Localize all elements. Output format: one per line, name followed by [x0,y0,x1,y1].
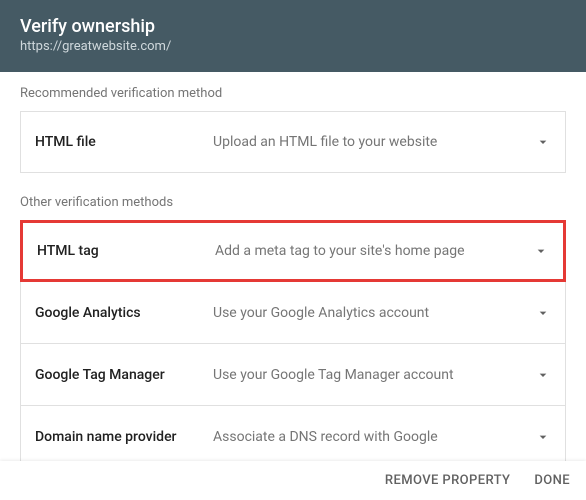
dialog-footer: REMOVE PROPERTY DONE [0,461,586,500]
dialog-content: Recommended verification method HTML fil… [0,72,586,461]
other-label: Other verification methods [20,195,566,210]
method-description: Use your Google Tag Manager account [213,367,535,383]
chevron-down-icon [533,243,549,259]
method-name: HTML tag [37,243,215,259]
method-domain-name-provider[interactable]: Domain name provider Associate a DNS rec… [20,406,566,461]
dialog-header: Verify ownership https://greatwebsite.co… [0,0,586,72]
other-methods: HTML tag Add a meta tag to your site's h… [20,220,566,461]
method-name: HTML file [35,134,213,150]
chevron-down-icon [535,429,551,445]
chevron-down-icon [535,305,551,321]
recommended-label: Recommended verification method [20,86,566,101]
method-html-tag[interactable]: HTML tag Add a meta tag to your site's h… [20,220,566,282]
method-name: Domain name provider [35,429,213,445]
method-name: Google Tag Manager [35,367,213,383]
chevron-down-icon [535,367,551,383]
method-description: Associate a DNS record with Google [213,429,535,445]
method-description: Upload an HTML file to your website [213,134,535,150]
site-url: https://greatwebsite.com/ [20,39,566,54]
method-html-file[interactable]: HTML file Upload an HTML file to your we… [20,111,566,173]
method-description: Use your Google Analytics account [213,305,535,321]
method-google-tag-manager[interactable]: Google Tag Manager Use your Google Tag M… [20,344,566,406]
chevron-down-icon [535,134,551,150]
method-name: Google Analytics [35,305,213,321]
method-google-analytics[interactable]: Google Analytics Use your Google Analyti… [20,282,566,344]
recommended-methods: HTML file Upload an HTML file to your we… [20,111,566,173]
done-button[interactable]: DONE [534,473,570,488]
page-title: Verify ownership [20,16,566,37]
remove-property-button[interactable]: REMOVE PROPERTY [385,473,510,488]
method-description: Add a meta tag to your site's home page [215,243,533,259]
